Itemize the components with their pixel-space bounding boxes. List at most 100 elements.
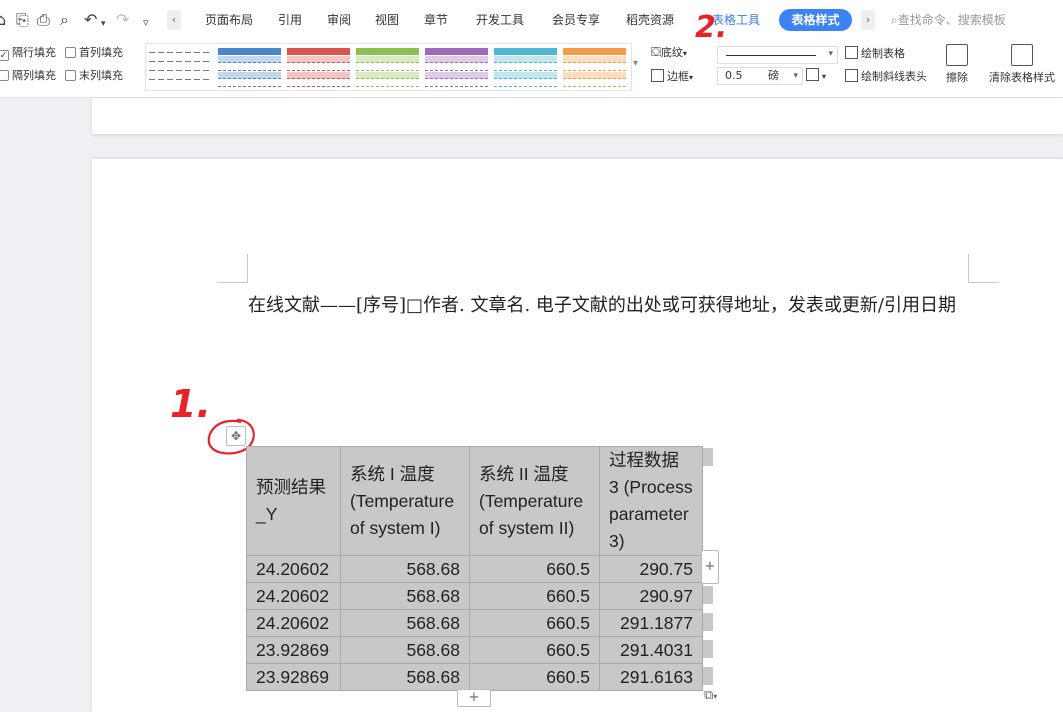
swatch-row-band: [287, 64, 350, 71]
line-width-value: 0.5: [725, 69, 743, 82]
plus-icon: +: [468, 690, 480, 705]
table-cell[interactable]: 660.5: [469, 663, 600, 691]
print-preview-icon[interactable]: ⌕: [60, 11, 69, 29]
chevron-down-icon: ▾: [682, 49, 687, 58]
checkbox-unchecked-icon: [0, 70, 9, 81]
table-cell[interactable]: 660.5: [469, 582, 600, 610]
table-cell[interactable]: 23.92869: [246, 663, 341, 691]
table-cell[interactable]: 290.97: [599, 582, 703, 610]
table-style-plain[interactable]: [149, 48, 212, 88]
table-cell[interactable]: 291.1877: [599, 609, 703, 637]
chevron-down-icon: ▾: [689, 73, 694, 82]
table-cell[interactable]: 290.75: [599, 555, 703, 583]
table-quick-menu-button[interactable]: ⧉▾: [704, 688, 734, 708]
save-icon[interactable]: ⌂: [0, 11, 6, 29]
add-column-button[interactable]: +: [701, 550, 719, 584]
table-style-cyan[interactable]: [494, 48, 557, 88]
undo-dropdown-icon[interactable]: ▾: [101, 15, 106, 33]
pen-color-button[interactable]: ▾: [806, 68, 826, 84]
border-grid-icon: [651, 69, 664, 82]
banded-rows-checkbox[interactable]: ✓ 隔行填充: [0, 46, 56, 61]
table-cell[interactable]: 568.68: [340, 555, 470, 583]
swatch-header-band: [356, 48, 419, 55]
table-cell[interactable]: 568.68: [340, 582, 470, 610]
header-cell[interactable]: 预测结果_Y: [246, 446, 341, 556]
swatch-row-band: [563, 80, 626, 87]
line-width-select[interactable]: 0.5 磅 ▾: [717, 67, 803, 85]
table-cell[interactable]: 568.68: [340, 663, 470, 691]
print-icon[interactable]: ⎙: [37, 11, 50, 29]
table-cell[interactable]: 660.5: [469, 636, 600, 664]
tab-sections[interactable]: 章节: [424, 12, 448, 28]
redo-icon[interactable]: ↷: [116, 11, 129, 29]
table-cell[interactable]: 23.92869: [246, 636, 341, 664]
header-cell[interactable]: 系统 I 温度 (Temperature of system I): [340, 446, 470, 556]
tab-review[interactable]: 审阅: [327, 12, 351, 28]
table-style-orange[interactable]: [563, 48, 626, 88]
table-cell[interactable]: 568.68: [340, 636, 470, 664]
row-end-marker: [703, 667, 713, 685]
table-cell[interactable]: 291.6163: [599, 663, 703, 691]
swatch-row-band: [287, 80, 350, 87]
clear-table-style-button[interactable]: 清除表格样式: [985, 44, 1059, 85]
tab-references[interactable]: 引用: [278, 12, 302, 28]
swatch-row-band: [494, 64, 557, 71]
erase-button[interactable]: 擦除: [944, 44, 970, 85]
tabs-scroll-left-icon[interactable]: ‹: [167, 10, 181, 30]
command-search[interactable]: ⌕查找命令、搜索模板: [891, 12, 1006, 28]
table-style-red[interactable]: [287, 48, 350, 88]
tab-page-layout[interactable]: 页面布局: [205, 12, 253, 28]
line-style-select[interactable]: ▾: [717, 46, 838, 64]
export-icon[interactable]: ⎘: [16, 11, 29, 29]
swatch-row-band: [425, 56, 488, 63]
swatch-header-band: [425, 48, 488, 55]
undo-icon[interactable]: ↶: [84, 11, 97, 29]
swatch-row-band: [356, 64, 419, 71]
table-cell[interactable]: 24.20602: [246, 609, 341, 637]
margin-corner-mark: [217, 254, 248, 283]
swatch-header-band: [494, 48, 557, 55]
tabs-scroll-right-icon[interactable]: ›: [861, 10, 875, 30]
draw-diagonal-header-button[interactable]: 绘制斜线表头: [845, 69, 927, 84]
eraser-icon: [946, 44, 968, 66]
table-style-blue[interactable]: [218, 48, 281, 88]
swatch-header-band: [218, 48, 281, 55]
tab-developer[interactable]: 开发工具: [476, 12, 524, 28]
table-cell[interactable]: 24.20602: [246, 555, 341, 583]
border-button[interactable]: 边框▾: [651, 69, 693, 85]
tab-table-style[interactable]: 表格样式: [779, 9, 852, 31]
header-cell[interactable]: 系统 II 温度 (Temperature of system II): [469, 446, 600, 556]
first-column-checkbox[interactable]: 首列填充: [65, 46, 123, 60]
table-cell[interactable]: 660.5: [469, 609, 600, 637]
banded-columns-checkbox[interactable]: 隔列填充: [0, 69, 56, 83]
table-cell[interactable]: 660.5: [469, 555, 600, 583]
table-move-handle[interactable]: ✥: [226, 426, 246, 446]
shading-button[interactable]: ⛋底纹▾: [651, 46, 687, 61]
search-placeholder: 查找命令、搜索模板: [897, 13, 1006, 27]
last-column-label: 末列填充: [79, 69, 123, 82]
swatch-row-band: [287, 56, 350, 63]
first-column-label: 首列填充: [79, 46, 123, 59]
customize-quick-access-icon[interactable]: ▿: [143, 14, 149, 32]
tab-member[interactable]: 会员专享: [552, 12, 600, 28]
draw-table-button[interactable]: 绘制表格: [845, 46, 905, 61]
reference-paragraph[interactable]: 在线文献——[序号]□作者. 文章名. 电子文献的出处或可获得地址，发表或更新/…: [248, 285, 978, 326]
table-cell[interactable]: 24.20602: [246, 582, 341, 610]
header-cell[interactable]: 过程数据 3 (Process parameter 3): [599, 446, 703, 556]
swatch-row-band: [425, 80, 488, 87]
row-end-marker: [703, 448, 713, 466]
table-cell[interactable]: 568.68: [340, 609, 470, 637]
table-style-green[interactable]: [356, 48, 419, 88]
gallery-more-icon[interactable]: ▾: [633, 58, 638, 69]
table-style-purple[interactable]: [425, 48, 488, 88]
table-cell[interactable]: 291.4031: [599, 636, 703, 664]
swatch-row-band: [425, 72, 488, 79]
swatch-row-band: [425, 64, 488, 71]
clear-table-style-label: 清除表格样式: [989, 71, 1055, 84]
last-column-checkbox[interactable]: 末列填充: [65, 69, 123, 83]
swatch-row-band: [218, 64, 281, 71]
swatch-row-band: [494, 56, 557, 63]
tab-view[interactable]: 视图: [375, 12, 399, 28]
add-row-button[interactable]: +: [457, 689, 491, 707]
tab-docer-resources[interactable]: 稻壳资源: [626, 12, 674, 28]
